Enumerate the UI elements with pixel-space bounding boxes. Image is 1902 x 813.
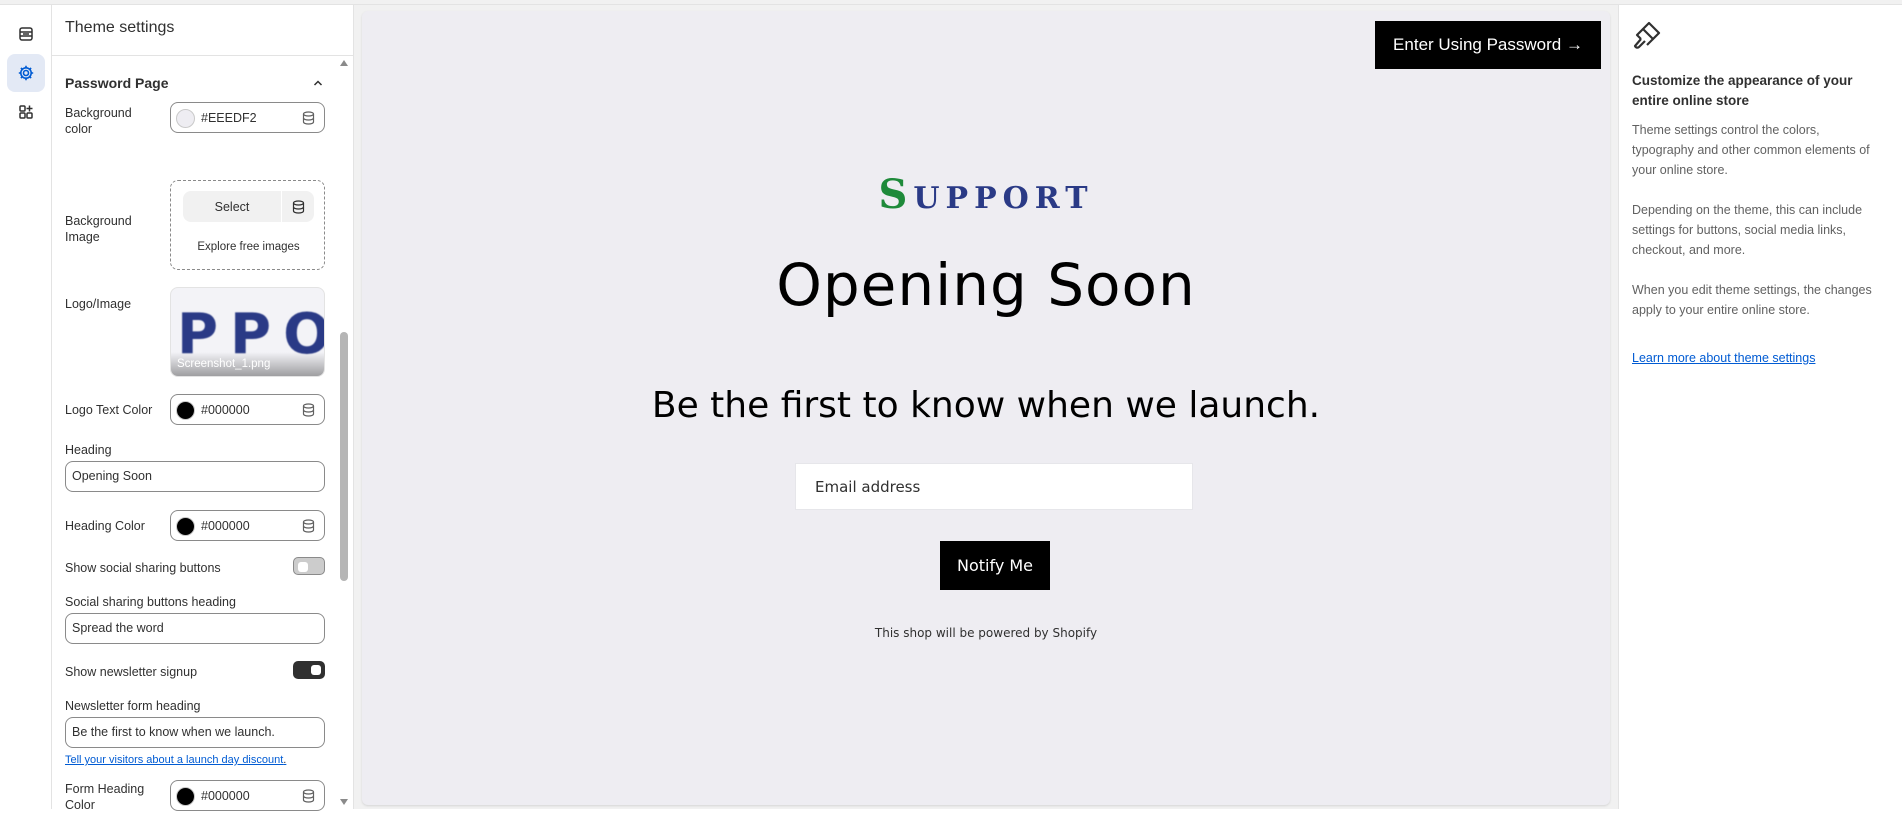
info-paragraph-1: Theme settings control the colors, typog… <box>1632 123 1870 177</box>
logo-image-thumbnail[interactable]: PPO Screenshot_1.png <box>170 287 325 377</box>
panel-scrollbar[interactable] <box>339 56 349 809</box>
logo-text-color-label: Logo Text Color <box>65 403 153 417</box>
section-title: Password Page <box>65 75 169 91</box>
panel-title: Theme settings <box>65 19 175 36</box>
heading-color-label: Heading Color <box>65 519 145 533</box>
background-color-value: #EEEDF2 <box>201 111 257 125</box>
logo-rest: UPPORT <box>913 181 1094 216</box>
form-heading-color-field[interactable]: #000000 <box>170 780 325 811</box>
launch-discount-link-row: Tell your visitors about a launch day di… <box>65 754 286 766</box>
dynamic-source-button[interactable] <box>282 191 314 222</box>
heading-color-value: #000000 <box>201 519 250 533</box>
database-icon[interactable] <box>302 403 315 417</box>
password-page-section-header[interactable]: Password Page <box>65 71 325 95</box>
powered-by-text: This shop will be powered by Shopify <box>874 626 1098 640</box>
learn-more-link[interactable]: Learn more about theme settings <box>1632 351 1815 365</box>
heading-color-swatch[interactable] <box>176 517 195 536</box>
store-logo: SUPPORT <box>362 171 1610 218</box>
newsletter-heading-input[interactable]: Be the first to know when we launch. <box>65 717 325 748</box>
divider <box>52 55 354 56</box>
heading-color-field[interactable]: #000000 <box>170 510 325 541</box>
sections-icon <box>19 27 33 41</box>
scroll-down-arrow[interactable] <box>340 799 348 805</box>
scroll-thumb[interactable] <box>340 332 348 581</box>
form-heading-color-label: Form Heading Color <box>65 782 145 812</box>
apps-icon <box>19 105 33 119</box>
database-icon[interactable] <box>302 789 315 803</box>
toggle-knob <box>311 665 321 675</box>
logo-text-color-swatch[interactable] <box>176 401 195 420</box>
page-heading: Opening Soon <box>776 251 1196 319</box>
theme-settings-panel: Theme settings Password Page Background … <box>52 5 354 812</box>
social-heading-label: Social sharing buttons heading <box>65 595 236 609</box>
info-paragraph-2: Depending on the theme, this can include… <box>1632 203 1863 257</box>
theme-editor: Theme settings Password Page Background … <box>0 0 1902 812</box>
background-image-label: Background Image <box>65 214 132 244</box>
background-image-dropzone: Select Explore free images <box>170 180 325 270</box>
logo-text-color-value: #000000 <box>201 403 250 417</box>
info-title: Customize the appearance of your entire … <box>1632 73 1853 108</box>
show-newsletter-label: Show newsletter signup <box>65 665 198 679</box>
chevron-up-icon <box>313 80 323 86</box>
launch-discount-link[interactable]: Tell your visitors about a launch day di… <box>65 754 283 766</box>
info-paragraph-3: When you edit theme settings, the change… <box>1632 283 1872 317</box>
apps-rail-button[interactable] <box>7 93 45 131</box>
notify-me-button[interactable]: Notify Me <box>940 541 1050 590</box>
logo-image-label: Logo/Image <box>65 297 132 311</box>
info-panel: Customize the appearance of your entire … <box>1618 5 1902 809</box>
database-icon <box>292 199 304 214</box>
store-preview: Enter Using Password → SUPPORT Opening S… <box>354 5 1618 809</box>
icon-rail <box>0 5 52 809</box>
explore-free-images-link[interactable]: Explore free images <box>171 241 326 253</box>
form-heading-color-value: #000000 <box>201 789 250 803</box>
scroll-up-arrow[interactable] <box>340 60 348 66</box>
newsletter-heading: Be the first to know when we launch. <box>651 385 1321 426</box>
heading-label: Heading <box>65 443 112 457</box>
paint-brush-icon <box>1633 21 1661 49</box>
select-image-button[interactable]: Select <box>183 191 281 222</box>
logo-first-letter: S <box>878 171 914 218</box>
theme-settings-rail-button[interactable] <box>7 54 45 92</box>
background-color-field[interactable]: #EEEDF2 <box>170 102 325 133</box>
show-social-label: Show social sharing buttons <box>65 561 221 575</box>
database-icon[interactable] <box>302 519 315 533</box>
show-social-toggle[interactable] <box>293 557 325 575</box>
background-color-label: Background color <box>65 106 132 136</box>
newsletter-heading-label: Newsletter form heading <box>65 699 201 713</box>
social-heading-input[interactable]: Spread the word <box>65 613 325 644</box>
heading-input[interactable]: Opening Soon <box>65 461 325 492</box>
database-icon[interactable] <box>302 111 315 125</box>
logo-text-color-field[interactable]: #000000 <box>170 394 325 425</box>
background-color-swatch[interactable] <box>176 109 195 128</box>
form-heading-color-swatch[interactable] <box>176 787 195 806</box>
link-suffix: . <box>283 754 287 766</box>
email-input[interactable]: Email address <box>795 463 1193 510</box>
logo-file-name: Screenshot_1.png <box>177 358 271 370</box>
enter-using-password-button[interactable]: Enter Using Password → <box>1375 21 1601 69</box>
toggle-knob <box>298 562 308 572</box>
sections-rail-button[interactable] <box>7 15 45 53</box>
show-newsletter-toggle[interactable] <box>293 661 325 679</box>
password-page-canvas: Enter Using Password → SUPPORT Opening S… <box>362 11 1610 805</box>
gear-icon <box>18 65 34 81</box>
